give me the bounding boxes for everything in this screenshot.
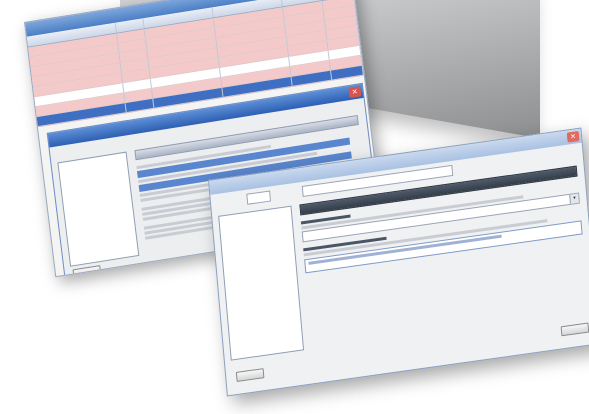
number-field[interactable]	[246, 190, 272, 205]
product-photo-stage: ✕ ✕ ▾	[0, 0, 589, 414]
settings-tree	[57, 151, 140, 267]
settings-pane: ▾	[299, 165, 589, 365]
cancel-button[interactable]	[235, 368, 265, 382]
chevron-down-icon[interactable]: ▾	[569, 193, 579, 204]
cancel-button[interactable]	[72, 265, 102, 278]
close-icon[interactable]: ✕	[348, 86, 362, 99]
close-icon[interactable]: ✕	[566, 130, 580, 143]
settings-tree	[218, 205, 305, 361]
